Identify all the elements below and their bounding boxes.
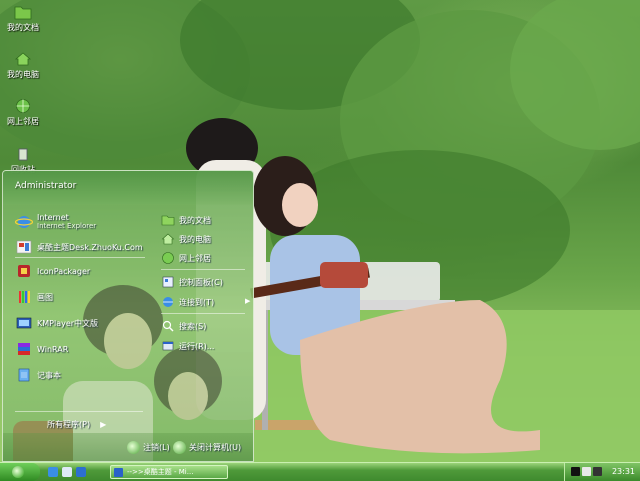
- menu-item-title: IconPackager: [37, 266, 91, 276]
- network-icon: [162, 252, 174, 264]
- search-icon: [162, 320, 174, 332]
- notepad-icon: [18, 368, 30, 382]
- menu-item-search[interactable]: 搜索(S): [161, 319, 206, 333]
- iconpackager-icon: [18, 265, 30, 277]
- start-orb-icon: [12, 466, 24, 478]
- desktop-icon-label: 网上邻居: [7, 117, 39, 126]
- menu-item-label: 控制面板(C): [179, 277, 223, 287]
- menu-item-label: 我的文档: [179, 215, 211, 225]
- menu-item-label: 搜索(S): [179, 321, 207, 331]
- menu-item-label: 我的电脑: [179, 234, 211, 244]
- paint-icon: [19, 291, 30, 303]
- menu-item-title: 桌酷主题Desk.ZhuoKu.Com: [37, 242, 143, 252]
- taskbar-button-label: -->>桌酷主题 - Mi...: [127, 468, 194, 476]
- folder-icon: [14, 6, 32, 20]
- shutdown-button[interactable]: 关闭计算机(U): [173, 441, 241, 454]
- start-button[interactable]: [0, 463, 40, 481]
- computer-icon: [14, 52, 32, 66]
- run-icon: [162, 341, 174, 351]
- menu-item-run[interactable]: 运行(R)...: [161, 339, 214, 353]
- menu-item-kmplayer[interactable]: KMPlayer中文版: [15, 315, 98, 331]
- quicklaunch-ie-icon[interactable]: [48, 467, 58, 477]
- network-icon: [16, 99, 30, 113]
- menu-item-title: WinRAR: [37, 344, 69, 354]
- connect-icon: [163, 297, 173, 307]
- all-programs-button[interactable]: 所有程序(P) ▶: [47, 419, 106, 430]
- menu-item-title: Internet: [37, 213, 69, 222]
- desktop-icon-my-documents[interactable]: 我的文档: [2, 4, 44, 33]
- desktop-icon-network[interactable]: 网上邻居: [2, 98, 44, 127]
- kmplayer-icon: [16, 317, 32, 329]
- logoff-button[interactable]: 注销(L): [127, 441, 170, 454]
- menu-item-my-computer[interactable]: 我的电脑: [161, 232, 211, 246]
- menu-item-iconpackager[interactable]: IconPackager: [15, 263, 90, 279]
- menu-divider: [161, 313, 245, 314]
- recycle-bin-icon: [18, 148, 28, 161]
- winrar-icon: [18, 343, 30, 355]
- menu-item-label: 运行(R)...: [179, 341, 215, 351]
- start-menu-header: Administrator: [3, 171, 253, 205]
- menu-item-notepad[interactable]: 记事本: [15, 367, 61, 383]
- internet-explorer-icon: [15, 216, 33, 228]
- desktop-icon-label: 我的电脑: [7, 70, 39, 79]
- desktop-icon-label: 我的文档: [7, 23, 39, 32]
- menu-item-label: 网上邻居: [179, 253, 211, 263]
- window-icon: [114, 467, 123, 477]
- system-tray: 23:31: [564, 463, 640, 481]
- shutdown-label: 关闭计算机(U): [189, 443, 242, 452]
- all-programs-label: 所有程序(P): [47, 420, 91, 429]
- menu-item-label: 连接到(T): [179, 297, 215, 307]
- desktop-icon-my-computer[interactable]: 我的电脑: [2, 51, 44, 80]
- user-name: Administrator: [15, 181, 77, 191]
- tray-app-icon[interactable]: [571, 467, 580, 476]
- menu-item-paint[interactable]: 画图: [15, 289, 53, 305]
- menu-item-connect-to[interactable]: 连接到(T) ▶: [161, 295, 250, 309]
- menu-divider: [15, 257, 145, 258]
- control-panel-icon: [162, 276, 174, 288]
- arrow-right-icon: ▶: [100, 420, 107, 429]
- menu-item-title: 记事本: [37, 370, 61, 380]
- menu-divider: [15, 411, 143, 412]
- start-menu-left-pane: Internet Internet Explorer 桌酷主题Desk.Zhuo…: [9, 205, 153, 431]
- menu-item-internet[interactable]: Internet Internet Explorer: [15, 213, 96, 231]
- menu-item-title: 画图: [37, 292, 53, 302]
- menu-item-control-panel[interactable]: 控制面板(C): [161, 275, 223, 289]
- logoff-label: 注销(L): [143, 443, 170, 452]
- shutdown-icon: [173, 441, 186, 454]
- tray-volume-icon[interactable]: [582, 467, 591, 476]
- taskbar-button-window[interactable]: -->>桌酷主题 - Mi...: [110, 465, 228, 479]
- menu-divider: [161, 269, 245, 270]
- start-menu: Administrator Internet Internet Explorer: [2, 170, 254, 462]
- menu-item-winrar[interactable]: WinRAR: [15, 341, 68, 357]
- quicklaunch-desktop-icon[interactable]: [62, 467, 72, 477]
- menu-item-network[interactable]: 网上邻居: [161, 251, 211, 265]
- arrow-right-icon: ▶: [245, 297, 251, 305]
- tray-network-icon[interactable]: [593, 467, 602, 476]
- menu-item-zhuoku[interactable]: 桌酷主题Desk.ZhuoKu.Com: [15, 239, 143, 255]
- menu-item-subtitle: Internet Explorer: [37, 222, 97, 230]
- taskbar: -->>桌酷主题 - Mi... 23:31: [0, 462, 640, 481]
- menu-item-my-documents[interactable]: 我的文档: [161, 213, 211, 227]
- menu-item-title: KMPlayer中文版: [37, 318, 99, 328]
- folder-icon: [161, 215, 175, 226]
- zhuoku-icon: [16, 240, 32, 254]
- computer-icon: [161, 233, 175, 245]
- start-menu-right-pane: 我的文档 我的电脑 网上邻居 控制面板(C) 连接到(T) ▶ 搜索(S) 运行…: [157, 207, 250, 387]
- logoff-icon: [127, 441, 140, 454]
- clock: 23:31: [611, 467, 635, 476]
- quicklaunch-media-icon[interactable]: [76, 467, 86, 477]
